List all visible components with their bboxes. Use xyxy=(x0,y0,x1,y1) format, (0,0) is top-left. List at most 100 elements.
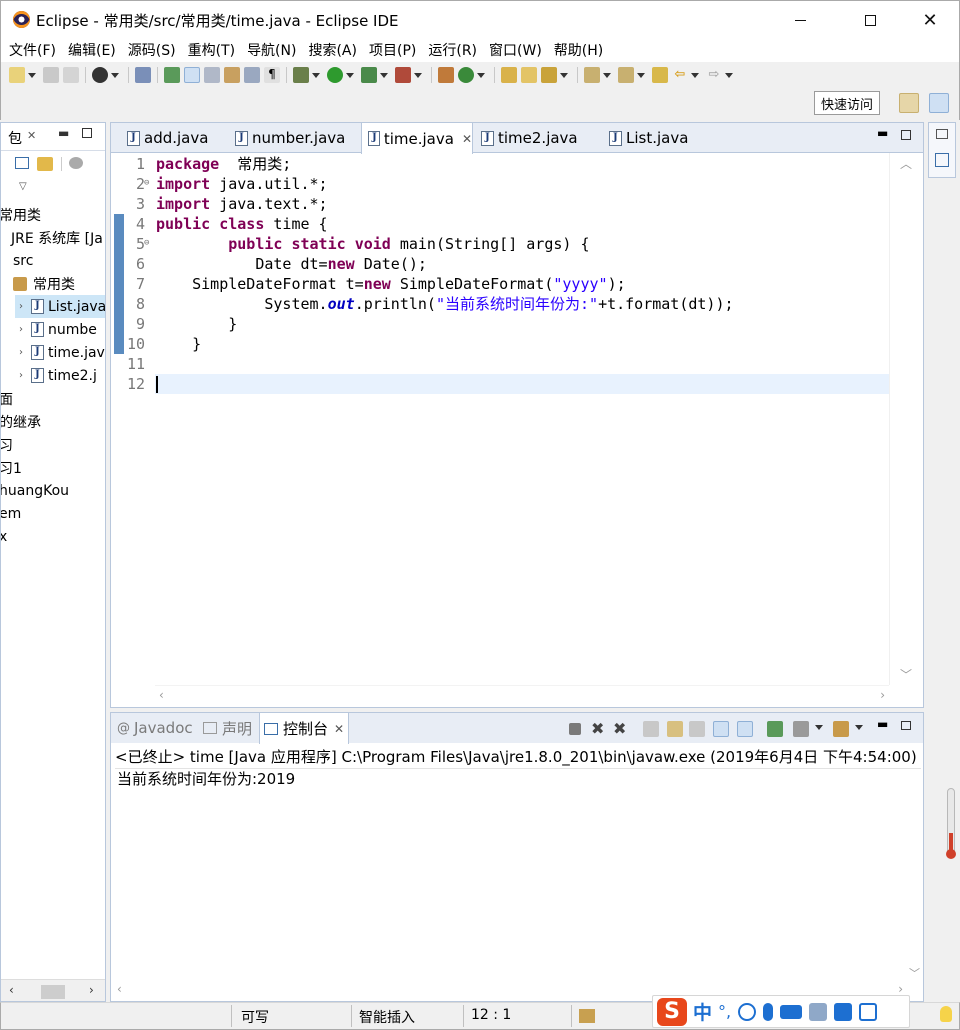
annotation-icon[interactable] xyxy=(224,67,240,83)
tree-item[interactable]: 常用类 xyxy=(1,203,41,226)
open-console-icon[interactable] xyxy=(833,721,849,737)
maximize-view-icon[interactable] xyxy=(901,721,911,730)
view-menu-icon[interactable]: ▽ xyxy=(19,181,27,192)
menu-item[interactable]: 窗口(W) xyxy=(483,40,548,60)
external-tools-dropdown-icon[interactable] xyxy=(414,72,422,78)
horizontal-scrollbar[interactable]: ‹ › xyxy=(155,685,889,707)
keyboard-icon[interactable] xyxy=(780,1004,803,1019)
menu-item[interactable]: 导航(N) xyxy=(241,40,302,60)
vertical-scrollbar[interactable]: ﹀ xyxy=(905,769,923,981)
ime-language-toggle[interactable]: 中 xyxy=(693,998,712,1025)
previous-annotation-icon[interactable] xyxy=(618,67,634,83)
menu-item[interactable]: 文件(F) xyxy=(3,40,62,60)
menu-item[interactable]: 编辑(E) xyxy=(62,40,122,60)
menu-item[interactable]: 运行(R) xyxy=(422,40,483,60)
tree-item[interactable]: 的继承 xyxy=(1,410,41,433)
open-console-dropdown-icon[interactable] xyxy=(855,725,863,730)
console-tab[interactable]: 控制台 ✕ xyxy=(259,713,350,744)
show-on-stdout-icon[interactable] xyxy=(713,721,729,737)
scroll-right-icon[interactable]: › xyxy=(880,688,885,702)
close-button[interactable]: ✕ xyxy=(907,1,953,39)
tree-item[interactable]: › numbe xyxy=(15,318,97,341)
editor-tab[interactable]: number.java xyxy=(229,123,353,153)
expand-arrow-icon[interactable]: › xyxy=(15,347,27,358)
display-console-dropdown-icon[interactable] xyxy=(815,725,823,730)
fold-icon[interactable]: ⊖ xyxy=(144,238,149,248)
block-selection-icon[interactable] xyxy=(244,67,260,83)
remove-launch-icon[interactable]: ✖ xyxy=(591,721,607,737)
maximize-button[interactable] xyxy=(847,1,893,39)
vertical-scrollbar[interactable]: ︿ ﹀ xyxy=(889,153,923,685)
new-dropdown-icon[interactable] xyxy=(28,72,36,78)
console-tab[interactable]: @ Javadoc xyxy=(117,713,193,743)
display-console-icon[interactable] xyxy=(793,721,809,737)
microphone-icon[interactable] xyxy=(763,1002,774,1021)
menu-item[interactable]: 项目(P) xyxy=(363,40,422,60)
tree-item[interactable]: em xyxy=(1,502,21,525)
word-wrap-icon[interactable] xyxy=(689,721,705,737)
task-icon[interactable] xyxy=(204,67,220,83)
clear-console-icon[interactable] xyxy=(643,721,659,737)
link-with-editor-icon[interactable] xyxy=(37,157,53,171)
restore-icon[interactable] xyxy=(936,129,948,139)
search-icon[interactable] xyxy=(541,67,557,83)
scroll-up-icon[interactable]: ︿ xyxy=(900,155,912,172)
menu-item[interactable]: 源码(S) xyxy=(122,40,182,60)
tree-item[interactable]: 常用类 xyxy=(13,272,75,295)
scroll-right-icon[interactable]: › xyxy=(89,983,94,997)
show-on-stderr-icon[interactable] xyxy=(737,721,753,737)
expand-arrow-icon[interactable]: › xyxy=(15,324,27,335)
emoji-icon[interactable] xyxy=(738,1002,757,1021)
scroll-lock-icon[interactable] xyxy=(667,721,683,737)
skip-breakpoints-icon[interactable] xyxy=(135,67,151,83)
open-file-icon[interactable] xyxy=(521,67,537,83)
toolbox-icon[interactable] xyxy=(859,1002,878,1021)
terminate-icon[interactable] xyxy=(569,723,581,735)
outline-icon[interactable] xyxy=(935,153,949,167)
search-dropdown-icon[interactable] xyxy=(560,72,568,78)
tree-item[interactable]: JRE 系统库 [Ja xyxy=(1,226,103,249)
back-icon[interactable]: ⇦ xyxy=(672,67,688,83)
tree-item[interactable]: 面 xyxy=(1,387,13,410)
debug-dropdown-icon[interactable] xyxy=(312,72,320,78)
forward-icon[interactable]: ⇨ xyxy=(706,67,722,83)
menu-item[interactable]: 帮助(H) xyxy=(548,40,609,60)
minimize-view-icon[interactable]: ▬ xyxy=(58,126,69,140)
editor-tab[interactable]: time2.java xyxy=(475,123,595,153)
scroll-right-icon[interactable]: › xyxy=(898,982,903,996)
tree-item[interactable]: src xyxy=(1,249,33,272)
open-folder-icon[interactable] xyxy=(501,67,517,83)
skin-icon[interactable] xyxy=(834,1002,853,1021)
tree-item[interactable]: x xyxy=(1,525,7,548)
remove-all-icon[interactable]: ✖ xyxy=(613,721,629,737)
package-explorer-tab[interactable]: 包 ✕ ▬ xyxy=(1,123,105,151)
scroll-down-icon[interactable]: ﹀ xyxy=(909,965,920,981)
tree-item[interactable]: › time2.j xyxy=(15,364,97,387)
quick-access-field[interactable]: 快速访问 xyxy=(814,91,880,115)
close-icon[interactable]: ✕ xyxy=(27,129,36,142)
next-annotation-icon[interactable] xyxy=(584,67,600,83)
user-icon[interactable] xyxy=(809,1002,828,1021)
save-icon[interactable] xyxy=(43,67,59,83)
coverage-icon[interactable] xyxy=(361,67,377,83)
tree-item[interactable]: 习 xyxy=(1,433,13,456)
new-class-icon[interactable] xyxy=(458,67,474,83)
menu-item[interactable]: 搜索(A) xyxy=(302,40,363,60)
profile-dropdown-icon[interactable] xyxy=(111,72,119,78)
back-dropdown-icon[interactable] xyxy=(691,72,699,78)
focus-icon[interactable] xyxy=(69,157,83,169)
menu-item[interactable]: 重构(T) xyxy=(182,40,241,60)
previous-annotation-dropdown-icon[interactable] xyxy=(637,72,645,78)
last-edit-icon[interactable] xyxy=(652,67,668,83)
run-icon[interactable] xyxy=(327,67,343,83)
tree-item[interactable]: 习1 xyxy=(1,456,22,479)
scroll-left-icon[interactable]: ‹ xyxy=(9,983,14,997)
editor-tab[interactable]: List.java xyxy=(603,123,713,153)
pin-console-icon[interactable] xyxy=(767,721,783,737)
coverage-dropdown-icon[interactable] xyxy=(380,72,388,78)
console-output[interactable]: 当前系统时间年份为:2019 xyxy=(117,769,295,789)
highlight-icon[interactable] xyxy=(184,67,200,83)
console-tab[interactable]: 声明 xyxy=(203,713,252,743)
new-icon[interactable] xyxy=(9,67,25,83)
profile-icon[interactable] xyxy=(92,67,108,83)
